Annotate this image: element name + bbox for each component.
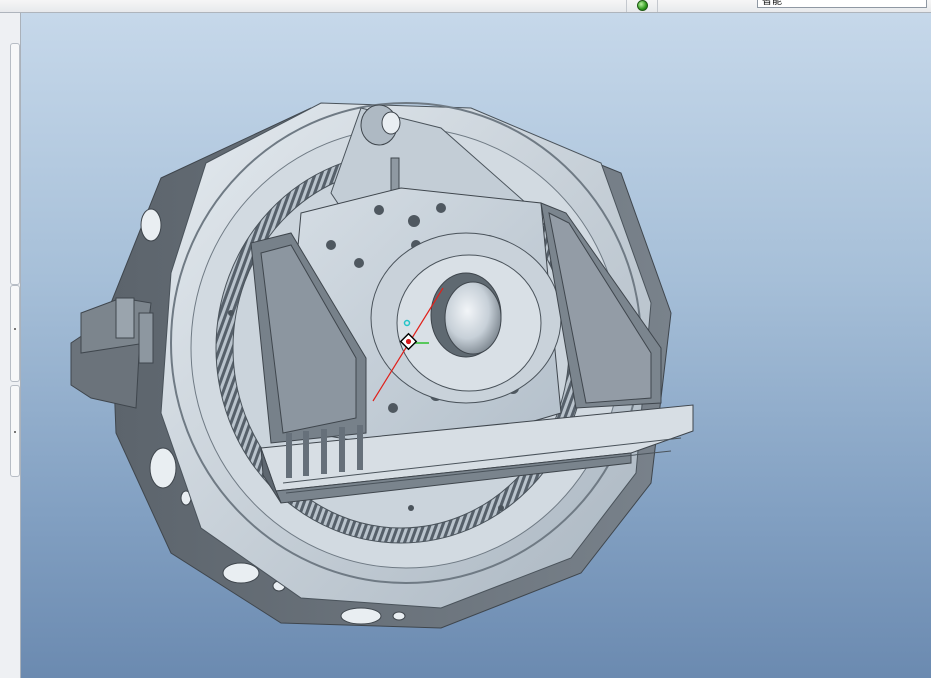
- status-light-icon[interactable]: [637, 0, 648, 11]
- panel-sash-bottom[interactable]: [10, 385, 20, 477]
- graphics-viewport[interactable]: [21, 13, 931, 678]
- panel-sash-top[interactable]: [10, 43, 20, 285]
- smart-filter-select[interactable]: 智能: [757, 0, 927, 8]
- left-panel-edge: [0, 13, 21, 678]
- toolbar-separator: [657, 0, 658, 12]
- cad-model-view: [70, 102, 694, 629]
- top-toolbar: 智能: [0, 0, 931, 13]
- panel-sash-middle[interactable]: [10, 285, 20, 382]
- toolbar-separator: [626, 0, 627, 12]
